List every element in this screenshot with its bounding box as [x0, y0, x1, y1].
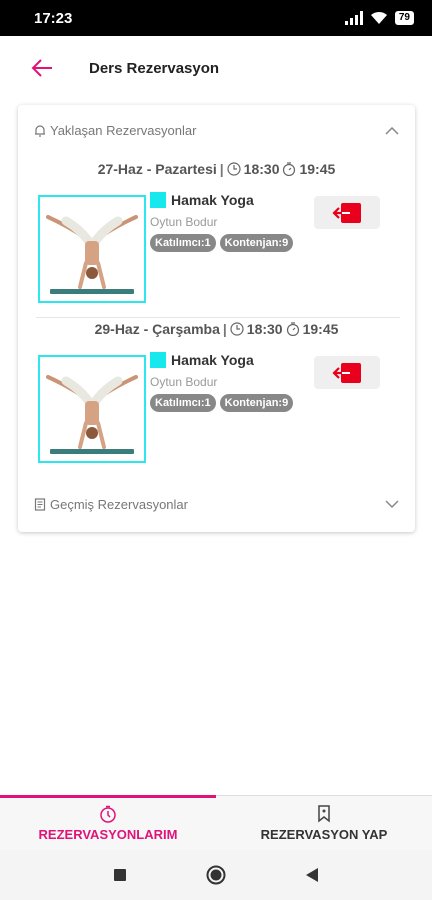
class-color-swatch [150, 192, 166, 208]
back-button[interactable] [20, 46, 64, 90]
bell-icon [35, 125, 45, 137]
participants-badge: Katılımcı:1 [150, 234, 216, 252]
reservation-2-class-name: Hamak Yoga [171, 352, 254, 368]
status-bar: 17:23 79 [0, 0, 432, 36]
reservation-1-trainer: Oytun Bodur [150, 215, 218, 229]
tab-my-reservations[interactable]: REZERVASYONLARIM [0, 795, 216, 850]
chevron-down-icon[interactable] [385, 500, 399, 509]
triangle-back-icon [306, 868, 318, 882]
past-section-label: Geçmiş Rezervasyonlar [50, 497, 188, 512]
reservation-2-date-line: 29-Haz - Çarşamba | 18:30 19:45 [18, 321, 415, 337]
clock-icon [227, 162, 241, 176]
reservation-2-date: 29-Haz - Çarşamba [94, 321, 220, 337]
stopwatch-icon [100, 805, 116, 823]
system-navigation-bar [0, 850, 432, 900]
clock-icon [230, 322, 244, 336]
home-button[interactable] [204, 863, 228, 887]
back-nav-button[interactable] [300, 863, 324, 887]
quota-badge: Kontenjan:9 [219, 394, 294, 412]
participants-badge: Katılımcı:1 [150, 394, 216, 412]
reservation-1-start-time: 18:30 [243, 161, 280, 177]
battery-icon: 79 [394, 11, 414, 25]
reservation-2-start-time: 18:30 [246, 321, 283, 337]
square-icon [114, 869, 126, 881]
bookmark-icon [318, 804, 330, 823]
yoga-pose-image [46, 375, 138, 454]
exit-icon [332, 362, 361, 383]
app-bar: Ders Rezervasyon [0, 36, 432, 100]
yoga-pose-image [46, 215, 138, 294]
recent-apps-button[interactable] [108, 863, 132, 887]
status-time: 17:23 [34, 9, 73, 27]
exit-icon [332, 202, 361, 223]
reservation-1-badges: Katılımcı:1 Kontenjan:9 [150, 234, 294, 252]
reservation-1-end-time: 19:45 [299, 161, 336, 177]
arrow-left-icon [31, 59, 52, 77]
reservation-1-class-name: Hamak Yoga [171, 192, 254, 208]
timer-icon [283, 162, 296, 176]
status-icons: 79 [344, 11, 414, 25]
reservation-2-title: Hamak Yoga [150, 352, 293, 368]
upcoming-section-label: Yaklaşan Rezervasyonlar [50, 123, 197, 138]
reservation-1-date-line: 27-Haz - Pazartesi | 18:30 19:45 [18, 161, 415, 177]
reservation-2-end-time: 19:45 [302, 321, 339, 337]
past-section-header[interactable]: Geçmiş Rezervasyonlar [34, 497, 399, 512]
reservation-1-title: Hamak Yoga [150, 192, 293, 208]
chevron-up-icon[interactable] [385, 126, 399, 135]
quota-badge: Kontenjan:9 [219, 234, 294, 252]
reservation-2-separator: | [222, 321, 227, 337]
reservation-2-thumbnail [38, 355, 146, 463]
reservation-1-separator: | [219, 161, 224, 177]
tab-make-reservation-label: REZERVASYON YAP [260, 826, 388, 842]
timer-icon [286, 322, 299, 336]
reservations-card: Yaklaşan Rezervasyonlar 27-Haz - Pazarte… [18, 105, 415, 532]
reservation-2-badges: Katılımcı:1 Kontenjan:9 [150, 394, 294, 412]
circle-icon [206, 865, 226, 885]
reservation-1-thumbnail [38, 195, 146, 303]
wifi-icon [370, 11, 387, 24]
reservation-1-date: 27-Haz - Pazartesi [97, 161, 217, 177]
reservation-2-trainer: Oytun Bodur [150, 375, 218, 389]
reservation-2-cancel-button[interactable] [314, 356, 380, 389]
tab-my-reservations-label: REZERVASYONLARIM [38, 826, 178, 842]
signal-icon [344, 11, 363, 25]
reservation-1-info: Hamak Yoga Oytun Bodur Katılımcı:1 Konte… [150, 192, 294, 252]
upcoming-section-header[interactable]: Yaklaşan Rezervasyonlar [34, 123, 399, 138]
tab-make-reservation[interactable]: REZERVASYON YAP [216, 796, 432, 850]
content-area: Yaklaşan Rezervasyonlar 27-Haz - Pazarte… [0, 100, 432, 795]
bottom-navigation: REZERVASYONLARIM REZERVASYON YAP [0, 795, 432, 850]
page-title: Ders Rezervasyon [89, 59, 220, 77]
document-icon [34, 498, 46, 511]
reservation-divider [36, 317, 400, 318]
class-color-swatch [150, 352, 166, 368]
reservation-1-cancel-button[interactable] [314, 196, 380, 229]
reservation-2-info: Hamak Yoga Oytun Bodur Katılımcı:1 Konte… [150, 352, 294, 412]
